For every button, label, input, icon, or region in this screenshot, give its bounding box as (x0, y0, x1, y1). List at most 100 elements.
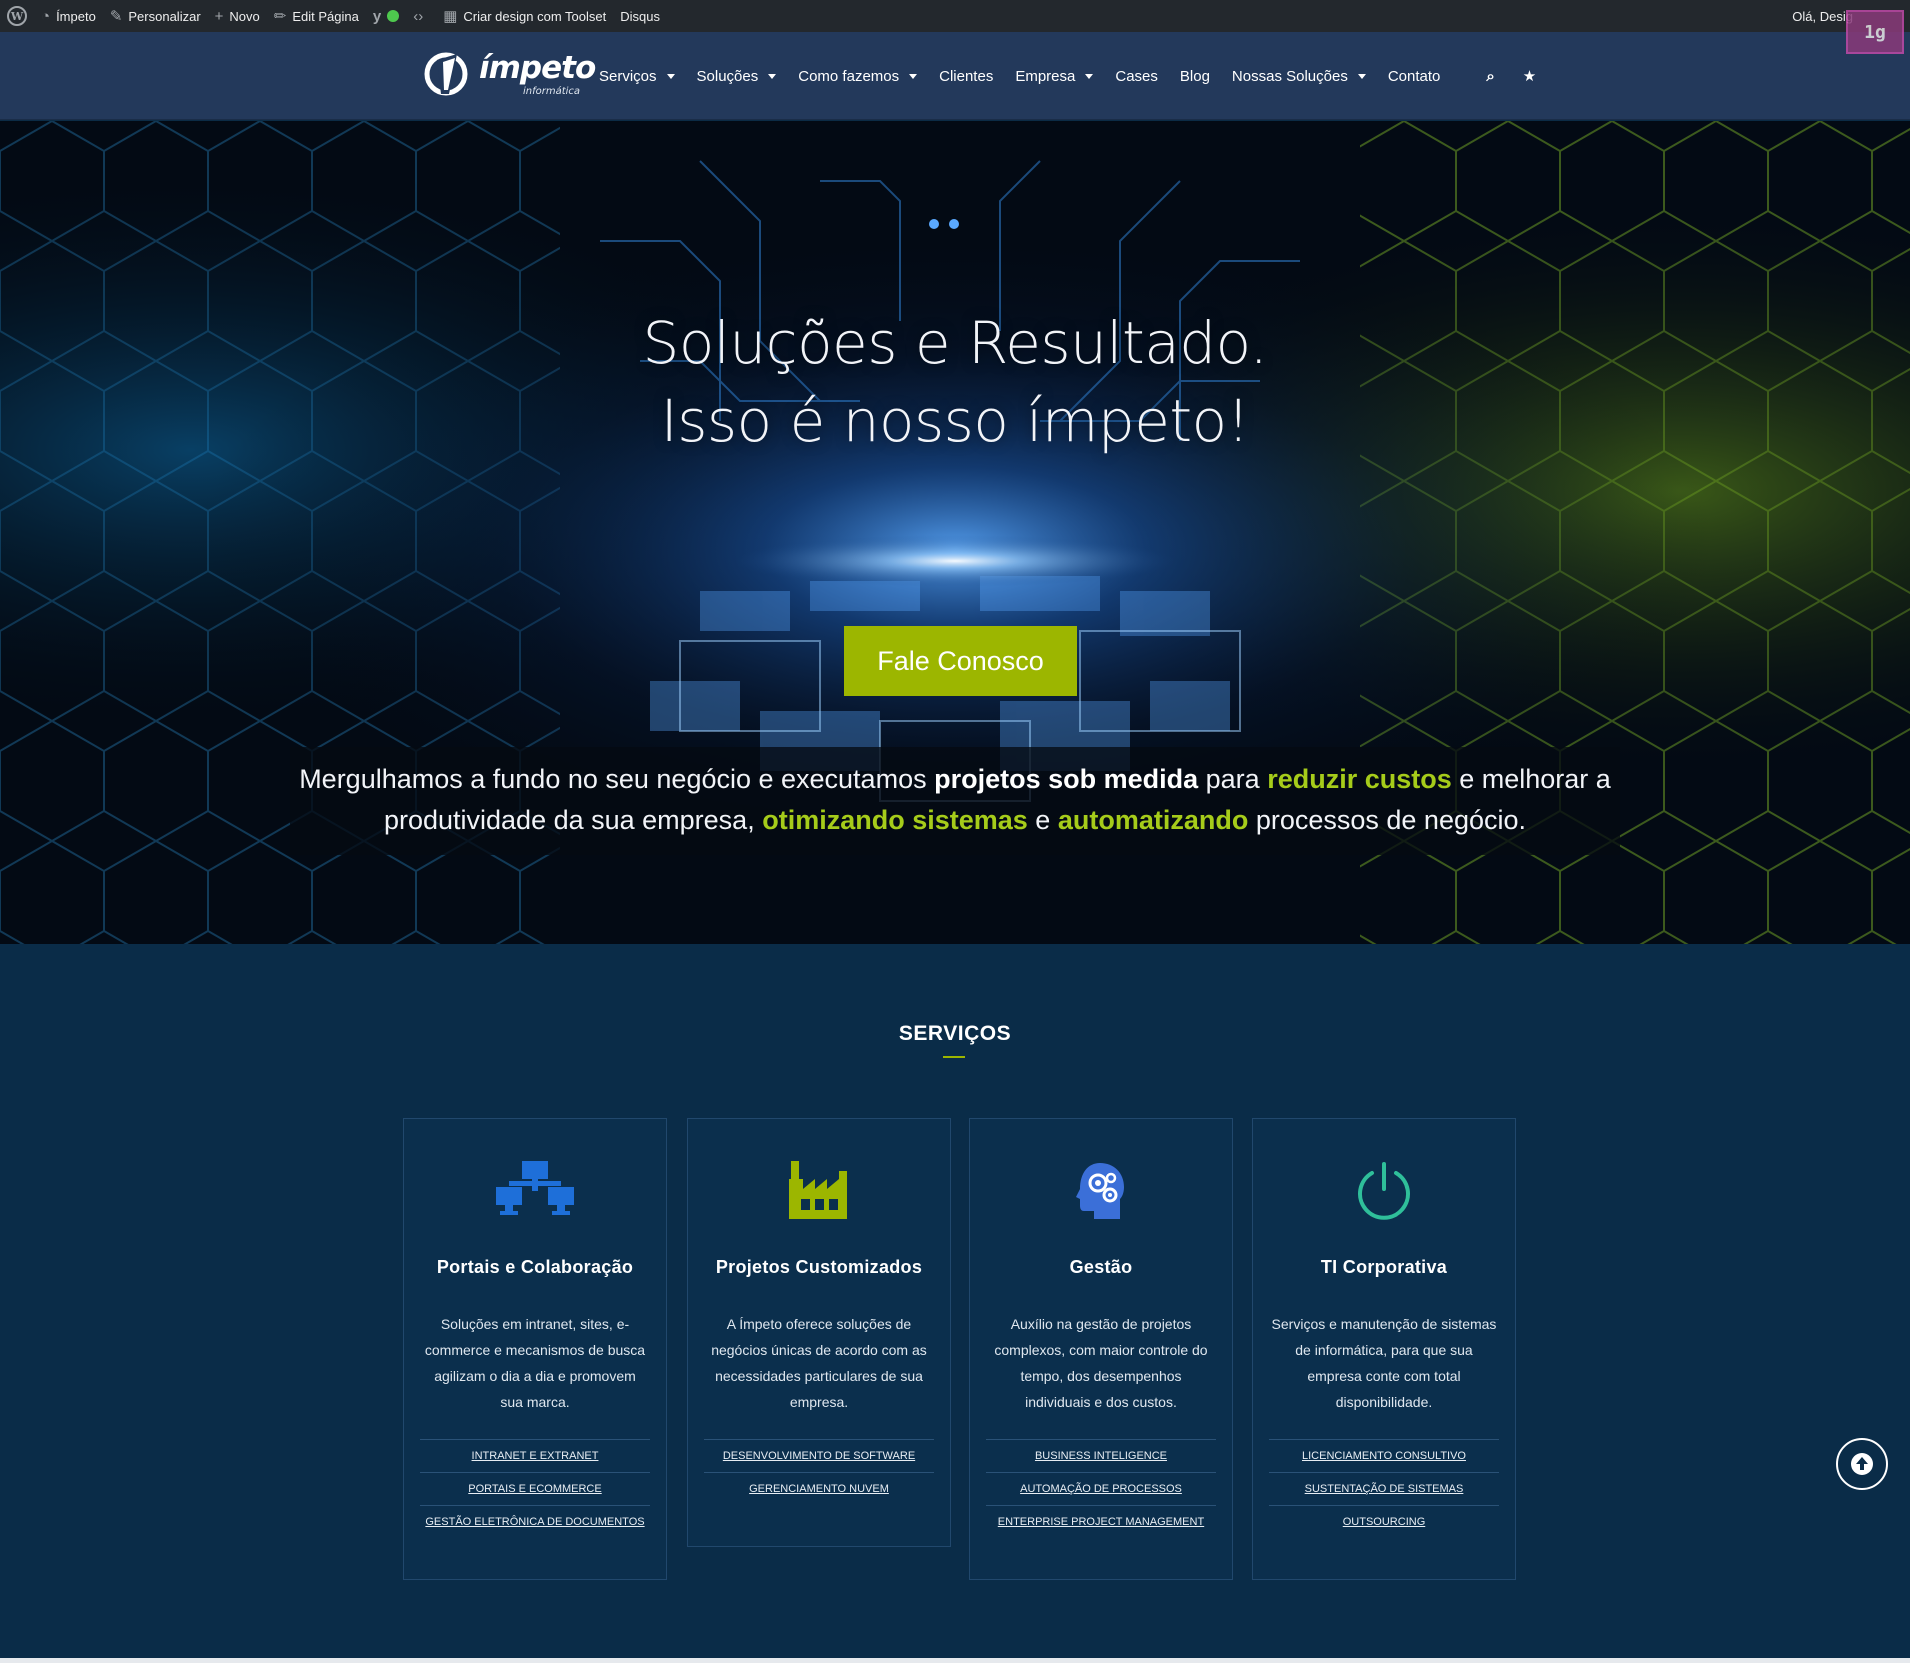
card-links: DESENVOLVIMENTO DE SOFTWARE GERENCIAMENT… (704, 1439, 934, 1505)
service-card-portais: Portais e Colaboração Soluções em intran… (403, 1118, 667, 1580)
service-link[interactable]: ENTERPRISE PROJECT MANAGEMENT (998, 1516, 1204, 1528)
calendar-icon: ▦ (443, 7, 458, 25)
caret-down-icon (909, 73, 918, 79)
services-section: SERVIÇOS Portais e Colaboração Soluções … (0, 944, 1910, 1663)
lead-bold: projetos sob medida (934, 764, 1199, 794)
hero-section: Soluções e Resultado. Isso é nosso ímpet… (0, 121, 1910, 944)
seo-status-icon (387, 10, 400, 22)
service-card-projetos: Projetos Customizados A Ímpeto oferece s… (687, 1118, 951, 1547)
service-card-ti: TI Corporativa Serviços e manutenção de … (1252, 1118, 1516, 1580)
nav-item-label: Serviços (599, 67, 657, 85)
service-link[interactable]: GERENCIAMENTO NUVEM (749, 1483, 889, 1495)
service-link[interactable]: OUTSOURCING (1343, 1516, 1426, 1528)
site-name-menu[interactable]: ◔ Ímpeto (34, 0, 103, 32)
nav-item-0[interactable]: Serviços (599, 68, 675, 85)
nav-item-label: Empresa (1015, 67, 1076, 85)
card-links: INTRANET E EXTRANET PORTAIS E ECOMMERCE … (420, 1439, 650, 1538)
brush-icon: ✎ (109, 7, 123, 25)
services-title: SERVIÇOS (898, 1022, 1012, 1045)
overlay-badge: 1g (1846, 10, 1904, 54)
nav-item-label: Nossas Soluções (1231, 67, 1348, 85)
caret-down-icon (1085, 73, 1094, 79)
nav-item-label: Como fazemos (798, 67, 900, 85)
service-link[interactable]: LICENCIAMENTO CONSULTIVO (1302, 1450, 1466, 1462)
card-title: Portais e Colaboração (436, 1257, 634, 1277)
logo-mark-icon (424, 52, 468, 96)
service-link[interactable]: DESENVOLVIMENTO DE SOFTWARE (723, 1450, 915, 1462)
disqus-menu[interactable]: Disqus (613, 0, 667, 32)
list-item: BUSINESS INTELIGENCE (986, 1439, 1216, 1472)
power-icon (1253, 1161, 1515, 1223)
new-menu[interactable]: + Novo (208, 0, 267, 32)
service-link[interactable]: AUTOMAÇÃO DE PROCESSOS (1020, 1483, 1182, 1495)
page-bottom-strip (0, 1658, 1910, 1663)
nav-item-6[interactable]: Blog (1180, 68, 1210, 85)
list-item: GERENCIAMENTO NUVEM (704, 1472, 934, 1505)
service-link[interactable]: GESTÃO ELETRÔNICA DE DOCUMENTOS (425, 1516, 644, 1528)
service-card-gestao: Gestão Auxílio na gestão de projetos com… (969, 1118, 1233, 1580)
list-item: INTRANET E EXTRANET (420, 1439, 650, 1472)
title-underline (943, 1056, 965, 1058)
logo-text: ímpeto (479, 50, 596, 86)
logo-subtext: informática (523, 86, 581, 97)
service-link[interactable]: INTRANET E EXTRANET (472, 1450, 599, 1462)
nav-item-label: Contato (1387, 67, 1441, 85)
nav-item-1[interactable]: Soluções (697, 68, 777, 85)
hero-lead-text: Mergulhamos a fundo no seu negócio e exe… (290, 759, 1620, 841)
scroll-to-top-button[interactable] (1836, 1438, 1888, 1490)
nav-item-7[interactable]: Nossas Soluções (1232, 68, 1366, 85)
network-icon (404, 1161, 666, 1223)
card-title: Projetos Customizados (715, 1257, 923, 1277)
lead-highlight: otimizando sistemas (762, 805, 1028, 835)
list-item: OUTSOURCING (1269, 1505, 1499, 1538)
hero-title-line1: Soluções e Resultado. (642, 309, 1268, 377)
star-icon[interactable]: ★ (1523, 67, 1536, 85)
site-logo[interactable]: ímpeto informática (423, 48, 596, 100)
wp-logo-menu[interactable]: W (0, 0, 34, 32)
list-item: ENTERPRISE PROJECT MANAGEMENT (986, 1505, 1216, 1538)
service-link[interactable]: BUSINESS INTELIGENCE (1035, 1450, 1167, 1462)
pencil-icon: ✏ (273, 7, 287, 25)
list-item: AUTOMAÇÃO DE PROCESSOS (986, 1472, 1216, 1505)
card-links: LICENCIAMENTO CONSULTIVO SUSTENTAÇÃO DE … (1269, 1439, 1499, 1538)
service-link[interactable]: PORTAIS E ECOMMERCE (468, 1483, 601, 1495)
plus-icon: + (214, 7, 224, 25)
search-icon[interactable]: ⌕ (1486, 68, 1494, 85)
lead-part: processos de negócio. (1248, 805, 1527, 835)
nav-item-8[interactable]: Contato (1388, 68, 1441, 85)
card-links: BUSINESS INTELIGENCE AUTOMAÇÃO DE PROCES… (986, 1439, 1216, 1538)
site-header: ímpeto informática Serviços Soluções Como … (0, 32, 1910, 120)
lead-highlight: automatizando (1057, 805, 1249, 835)
nav-item-2[interactable]: Como fazemos (798, 67, 918, 85)
site-name-label: Ímpeto (56, 8, 96, 24)
nav-item-label: Clientes (939, 67, 994, 85)
toolset-menu[interactable]: ▦ Criar design com Toolset (436, 0, 613, 32)
customize-menu[interactable]: ✎ Personalizar (103, 0, 208, 32)
code-menu[interactable]: ‹› (406, 0, 436, 32)
nav-item-3[interactable]: Clientes (939, 68, 993, 85)
nav-item-5[interactable]: Cases (1115, 68, 1158, 85)
yoast-icon: y (372, 7, 382, 25)
wordpress-icon: W (7, 6, 27, 26)
list-item: LICENCIAMENTO CONSULTIVO (1269, 1439, 1499, 1472)
code-icon: ‹› (413, 7, 424, 25)
list-item: SUSTENTAÇÃO DE SISTEMAS (1269, 1472, 1499, 1505)
head-gears-icon (970, 1161, 1232, 1223)
nav-item-4[interactable]: Empresa (1015, 67, 1094, 85)
contact-cta-button[interactable]: Fale Conosco (844, 626, 1077, 696)
nav-item-label: Cases (1115, 67, 1158, 85)
service-link[interactable]: SUSTENTAÇÃO DE SISTEMAS (1305, 1483, 1464, 1495)
yoast-menu[interactable]: y (366, 0, 406, 32)
lead-part: e (1027, 805, 1058, 835)
card-title: Gestão (1069, 1257, 1133, 1277)
hero-title-line2: Isso é nosso ímpeto! (660, 387, 1250, 455)
factory-icon (688, 1161, 950, 1223)
lead-part: Mergulhamos a fundo no seu negócio e exe… (299, 764, 935, 794)
new-label: Novo (229, 8, 260, 24)
card-text: Auxílio na gestão de projetos complexos,… (994, 1316, 1208, 1410)
disqus-label: Disqus (620, 8, 660, 24)
caret-down-icon (768, 73, 777, 79)
card-title: TI Corporativa (1320, 1257, 1448, 1277)
wp-admin-bar: W ◔ Ímpeto ✎ Personalizar + Novo ✏ Edit Pági… (0, 0, 1910, 32)
edit-page-menu[interactable]: ✏ Edit Página (267, 0, 366, 32)
